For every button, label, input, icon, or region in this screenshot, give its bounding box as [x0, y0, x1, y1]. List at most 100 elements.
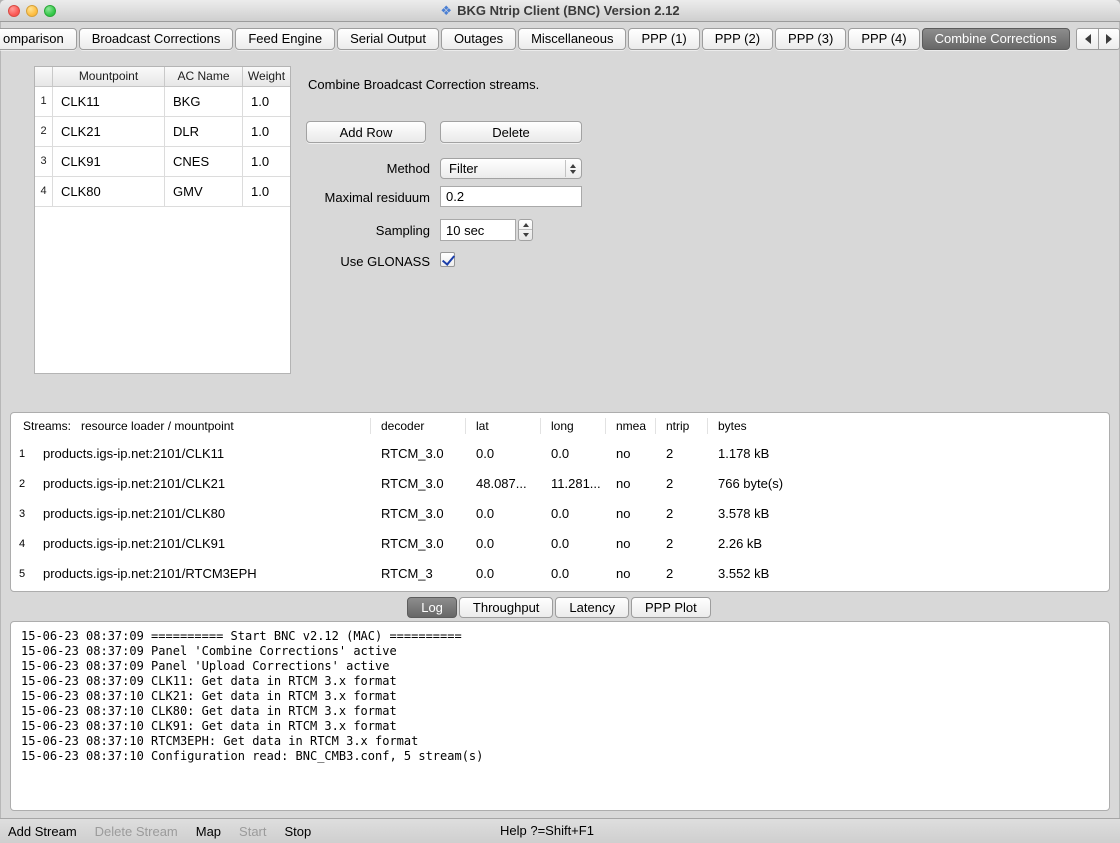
row-number[interactable]: 5 [11, 559, 33, 589]
col-header-lat[interactable]: lat [466, 418, 541, 434]
weight-cell[interactable]: 1.0 [243, 87, 290, 117]
combination-table-row[interactable]: 1CLK11BKG1.0 [35, 87, 290, 117]
use-glonass-checkbox[interactable] [440, 252, 455, 267]
mountpoint-cell[interactable]: CLK91 [53, 147, 165, 177]
combination-table-row[interactable]: 2CLK21DLR1.0 [35, 117, 290, 147]
nmea-cell[interactable]: no [606, 439, 656, 469]
close-button[interactable] [8, 5, 20, 17]
maximal-residuum-input[interactable] [440, 186, 582, 207]
stepper-up-icon[interactable] [519, 220, 532, 230]
nmea-cell[interactable]: no [606, 469, 656, 499]
bytes-cell[interactable]: 2.26 kB [708, 529, 1109, 559]
long-cell[interactable]: 0.0 [541, 529, 606, 559]
monitor-tab-ppp-plot[interactable]: PPP Plot [631, 597, 711, 618]
ntrip-cell[interactable]: 2 [656, 499, 708, 529]
mountpoint-cell[interactable]: products.igs-ip.net:2101/CLK91 [33, 529, 371, 559]
tab-ppp-3[interactable]: PPP (3) [775, 28, 846, 50]
add-row-button[interactable]: Add Row [306, 121, 426, 143]
action-add-stream[interactable]: Add Stream [8, 824, 77, 839]
row-number[interactable]: 3 [35, 147, 53, 177]
combination-table-row[interactable]: 3CLK91CNES1.0 [35, 147, 290, 177]
scroll-tabs-right-button[interactable] [1098, 28, 1120, 50]
col-header-nmea[interactable]: nmea [606, 418, 656, 434]
decoder-cell[interactable]: RTCM_3 [371, 559, 466, 589]
row-number[interactable]: 2 [35, 117, 53, 147]
col-header-streams-mountpoint[interactable]: Streams: resource loader / mountpoint [11, 418, 371, 434]
weight-cell[interactable]: 1.0 [243, 147, 290, 177]
tab-serial-output[interactable]: Serial Output [337, 28, 439, 50]
lat-cell[interactable]: 48.087... [466, 469, 541, 499]
mountpoint-cell[interactable]: products.igs-ip.net:2101/RTCM3EPH [33, 559, 371, 589]
zoom-button[interactable] [44, 5, 56, 17]
col-header-bytes[interactable]: bytes [708, 418, 1109, 434]
monitor-tab-log[interactable]: Log [407, 597, 457, 618]
mountpoint-cell[interactable]: CLK11 [53, 87, 165, 117]
mountpoint-cell[interactable]: products.igs-ip.net:2101/CLK80 [33, 499, 371, 529]
mountpoint-cell[interactable]: CLK80 [53, 177, 165, 207]
col-header-ntrip[interactable]: ntrip [656, 418, 708, 434]
tab-broadcast-corrections[interactable]: Broadcast Corrections [79, 28, 234, 50]
stepper-down-icon[interactable] [519, 230, 532, 240]
row-number[interactable]: 3 [11, 499, 33, 529]
bytes-cell[interactable]: 766 byte(s) [708, 469, 1109, 499]
long-cell[interactable]: 11.281... [541, 469, 606, 499]
col-header-decoder[interactable]: decoder [371, 418, 466, 434]
ntrip-cell[interactable]: 2 [656, 529, 708, 559]
nmea-cell[interactable]: no [606, 559, 656, 589]
mountpoint-cell[interactable]: CLK21 [53, 117, 165, 147]
decoder-cell[interactable]: RTCM_3.0 [371, 469, 466, 499]
tab-omparison[interactable]: omparison [0, 28, 77, 50]
col-header-mountpoint[interactable]: Mountpoint [53, 67, 165, 86]
tab-feed-engine[interactable]: Feed Engine [235, 28, 335, 50]
lat-cell[interactable]: 0.0 [466, 499, 541, 529]
row-number[interactable]: 2 [11, 469, 33, 499]
tab-ppp-2[interactable]: PPP (2) [702, 28, 773, 50]
lat-cell[interactable]: 0.0 [466, 529, 541, 559]
long-cell[interactable]: 0.0 [541, 559, 606, 589]
bytes-cell[interactable]: 3.578 kB [708, 499, 1109, 529]
scroll-tabs-left-button[interactable] [1076, 28, 1098, 50]
stream-row[interactable]: 4products.igs-ip.net:2101/CLK91RTCM_3.00… [11, 529, 1109, 559]
col-header-long[interactable]: long [541, 418, 606, 434]
stream-row[interactable]: 1products.igs-ip.net:2101/CLK11RTCM_3.00… [11, 439, 1109, 469]
monitor-tab-latency[interactable]: Latency [555, 597, 629, 618]
col-header-weight[interactable]: Weight [243, 67, 290, 86]
tab-outages[interactable]: Outages [441, 28, 516, 50]
weight-cell[interactable]: 1.0 [243, 117, 290, 147]
long-cell[interactable]: 0.0 [541, 439, 606, 469]
lat-cell[interactable]: 0.0 [466, 439, 541, 469]
nmea-cell[interactable]: no [606, 499, 656, 529]
action-map[interactable]: Map [196, 824, 221, 839]
weight-cell[interactable]: 1.0 [243, 177, 290, 207]
nmea-cell[interactable]: no [606, 529, 656, 559]
tab-miscellaneous[interactable]: Miscellaneous [518, 28, 626, 50]
decoder-cell[interactable]: RTCM_3.0 [371, 439, 466, 469]
sampling-input[interactable] [440, 219, 516, 241]
monitor-tab-throughput[interactable]: Throughput [459, 597, 554, 618]
row-number[interactable]: 1 [35, 87, 53, 117]
ac-name-cell[interactable]: DLR [165, 117, 243, 147]
stream-row[interactable]: 5products.igs-ip.net:2101/RTCM3EPHRTCM_3… [11, 559, 1109, 589]
tab-combine-corrections[interactable]: Combine Corrections [922, 28, 1070, 50]
col-header-ac-name[interactable]: AC Name [165, 67, 243, 86]
delete-row-button[interactable]: Delete [440, 121, 582, 143]
minimize-button[interactable] [26, 5, 38, 17]
method-select[interactable]: Filter [440, 158, 582, 179]
tab-ppp-4[interactable]: PPP (4) [848, 28, 919, 50]
action-stop[interactable]: Stop [285, 824, 312, 839]
stream-row[interactable]: 2products.igs-ip.net:2101/CLK21RTCM_3.04… [11, 469, 1109, 499]
ac-name-cell[interactable]: CNES [165, 147, 243, 177]
row-number[interactable]: 1 [11, 439, 33, 469]
decoder-cell[interactable]: RTCM_3.0 [371, 499, 466, 529]
mountpoint-cell[interactable]: products.igs-ip.net:2101/CLK21 [33, 469, 371, 499]
row-number[interactable]: 4 [35, 177, 53, 207]
lat-cell[interactable]: 0.0 [466, 559, 541, 589]
row-number[interactable]: 4 [11, 529, 33, 559]
tab-ppp-1[interactable]: PPP (1) [628, 28, 699, 50]
long-cell[interactable]: 0.0 [541, 499, 606, 529]
mountpoint-cell[interactable]: products.igs-ip.net:2101/CLK11 [33, 439, 371, 469]
ntrip-cell[interactable]: 2 [656, 469, 708, 499]
bytes-cell[interactable]: 3.552 kB [708, 559, 1109, 589]
ntrip-cell[interactable]: 2 [656, 439, 708, 469]
decoder-cell[interactable]: RTCM_3.0 [371, 529, 466, 559]
